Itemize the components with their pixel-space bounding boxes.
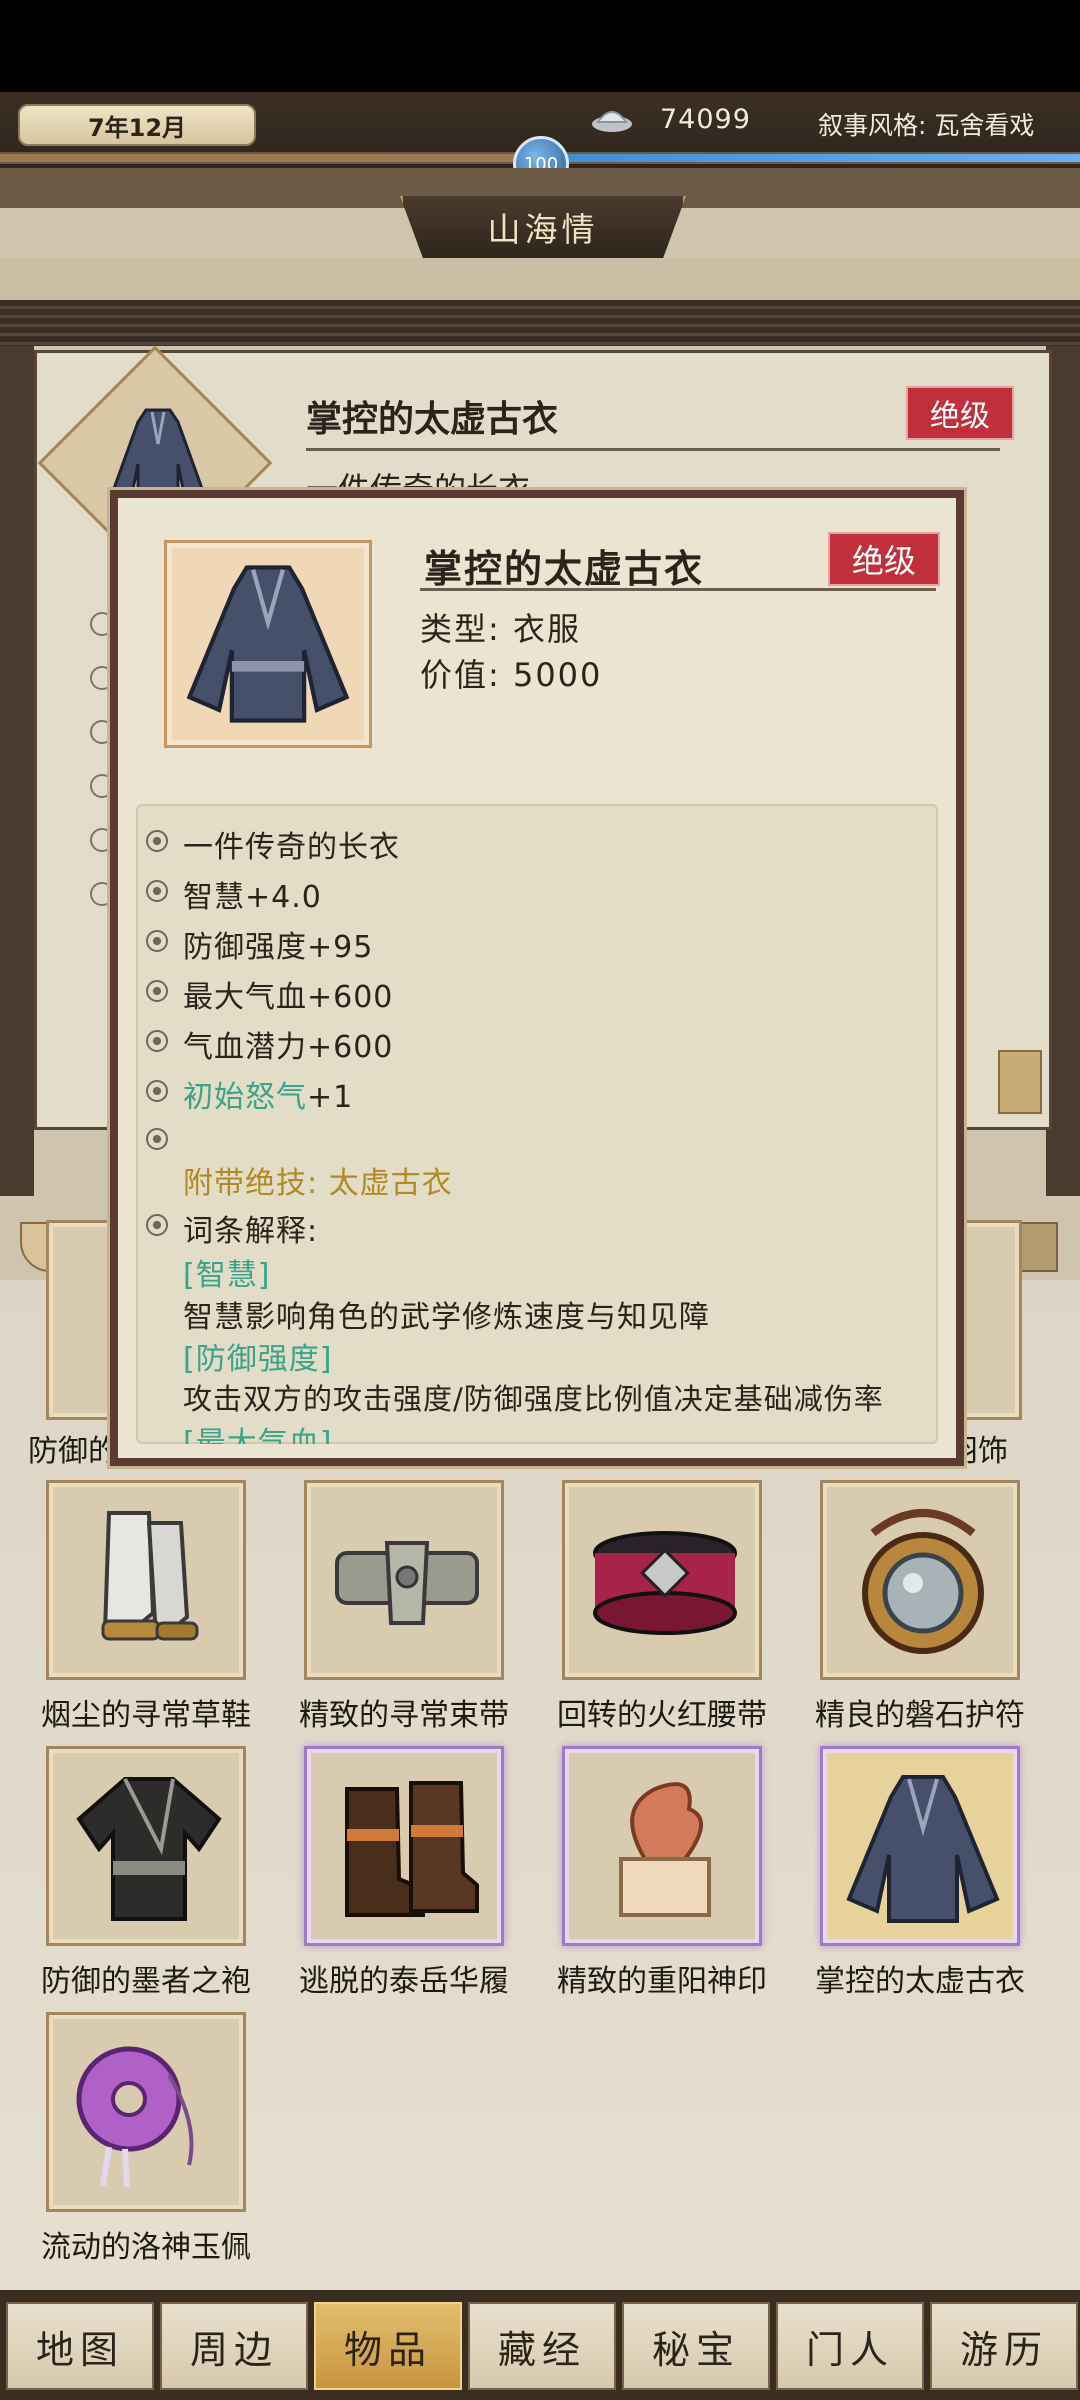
item-label: 精致的重阳神印: [557, 1964, 767, 1999]
stone-amulet-icon: [862, 1509, 984, 1654]
seal-icon: [619, 1782, 711, 1917]
bullet-icon: [146, 980, 168, 1002]
bullet-icon: [146, 1128, 168, 1150]
nav-tab-surroundings[interactable]: 周边: [160, 2302, 308, 2390]
inventory-slot[interactable]: [820, 1480, 1020, 1680]
status-bar: [0, 0, 1080, 92]
term-defense: [防御强度]: [183, 1342, 333, 1377]
side-tab-button[interactable]: [998, 1050, 1042, 1114]
item-type: 类型: 衣服: [420, 610, 581, 648]
bullet-icon: [146, 1080, 168, 1102]
inventory-slot-selected[interactable]: [820, 1746, 1020, 1946]
nav-tab-disciples[interactable]: 门人: [776, 2302, 924, 2390]
stat-initial-rage: 初始怒气+1: [183, 1072, 353, 1116]
skill-name: 太虚古衣: [328, 1166, 453, 1201]
bullet-icon: [146, 1030, 168, 1052]
straw-shoes-icon: [101, 1511, 199, 1641]
item-label: 精良的磐石护符: [815, 1698, 1025, 1733]
black-robe-icon: [76, 1777, 222, 1921]
item-label: 防御的墨者之袍: [41, 1964, 251, 1999]
silver-amount: 74099: [660, 104, 751, 135]
term-wisdom: [智慧]: [183, 1258, 271, 1293]
stat-defense: 防御强度+95: [183, 930, 374, 965]
initial-rage-label: 初始怒气: [183, 1080, 307, 1115]
nav-tab-items[interactable]: 物品: [314, 2302, 462, 2390]
item-value: 价值: 5000: [420, 656, 603, 694]
detail-bullet-list: [90, 612, 114, 936]
divider: [420, 588, 936, 591]
attached-skill: 附带绝技: 太虚古衣: [183, 1158, 453, 1202]
progress-right: [560, 154, 1080, 162]
inventory-slot[interactable]: [562, 1480, 762, 1680]
popup-grade-badge: 绝级: [828, 532, 940, 586]
robe-icon: [186, 565, 350, 723]
bullet-icon: [146, 1214, 168, 1236]
silver-ingot-icon: [590, 104, 634, 134]
item-thumbnail: [164, 540, 372, 748]
item-label: 流动的洛神玉佩: [41, 2230, 251, 2265]
item-label: 烟尘的寻常草鞋: [41, 1698, 251, 1733]
boots-icon: [345, 1781, 479, 1917]
nav-tab-treasures[interactable]: 秘宝: [622, 2302, 770, 2390]
progress-left: [0, 154, 520, 162]
narrative-style-label[interactable]: 叙事风格: 瓦舍看戏: [818, 106, 1034, 142]
item-label: 逃脱的泰岳华履: [299, 1964, 509, 1999]
date-display: 7年12月: [18, 104, 256, 146]
inventory-slot[interactable]: [304, 1480, 504, 1680]
page-title: 山海情: [400, 196, 686, 258]
stat-hp-potential: 气血潜力+600: [183, 1030, 394, 1065]
term-max-hp: [最大气血]: [183, 1426, 333, 1444]
inventory-slot[interactable]: [46, 2012, 246, 2212]
bullet-icon: [146, 880, 168, 902]
inventory-slot[interactable]: [46, 1746, 246, 1946]
bullet-icon: [146, 930, 168, 952]
sash-icon: [335, 1541, 479, 1625]
term-wisdom-desc: 智慧影响角色的武学修炼速度与知见障: [183, 1300, 710, 1335]
item-label: 掌控的太虚古衣: [815, 1964, 1025, 1999]
nav-tab-scriptures[interactable]: 藏经: [468, 2302, 616, 2390]
popup-item-name: 掌控的太虚古衣: [424, 547, 705, 591]
desc-line: 一件传奇的长衣: [183, 830, 400, 865]
red-belt-icon: [593, 1531, 737, 1635]
detail-item-name: 掌控的太虚古衣: [306, 399, 559, 440]
nav-tab-map[interactable]: 地图: [6, 2302, 154, 2390]
inventory-slot[interactable]: [562, 1746, 762, 1946]
skill-label: 附带绝技:: [183, 1166, 329, 1201]
robe-icon: [846, 1775, 1000, 1923]
item-label: 精致的寻常束带: [299, 1698, 509, 1733]
detail-grade-badge: 绝级: [906, 386, 1014, 440]
glossary-title: 词条解释:: [183, 1214, 319, 1249]
nav-tab-travel[interactable]: 游历: [930, 2302, 1078, 2390]
jade-pendant-icon: [76, 2046, 194, 2188]
wooden-beam: [0, 300, 1080, 346]
inventory-slot[interactable]: [46, 1480, 246, 1680]
stat-max-hp: 最大气血+600: [183, 980, 394, 1015]
initial-rage-value: +1: [307, 1080, 354, 1115]
inventory-slot[interactable]: [304, 1746, 504, 1946]
term-defense-desc: 攻击双方的攻击强度/防御强度比例值决定基础减伤率: [183, 1382, 884, 1416]
divider: [306, 448, 1000, 451]
wall-left: [0, 346, 34, 1196]
item-label: 回转的火红腰带: [557, 1698, 767, 1733]
stat-wisdom: 智慧+4.0: [183, 880, 322, 915]
bullet-icon: [146, 830, 168, 852]
